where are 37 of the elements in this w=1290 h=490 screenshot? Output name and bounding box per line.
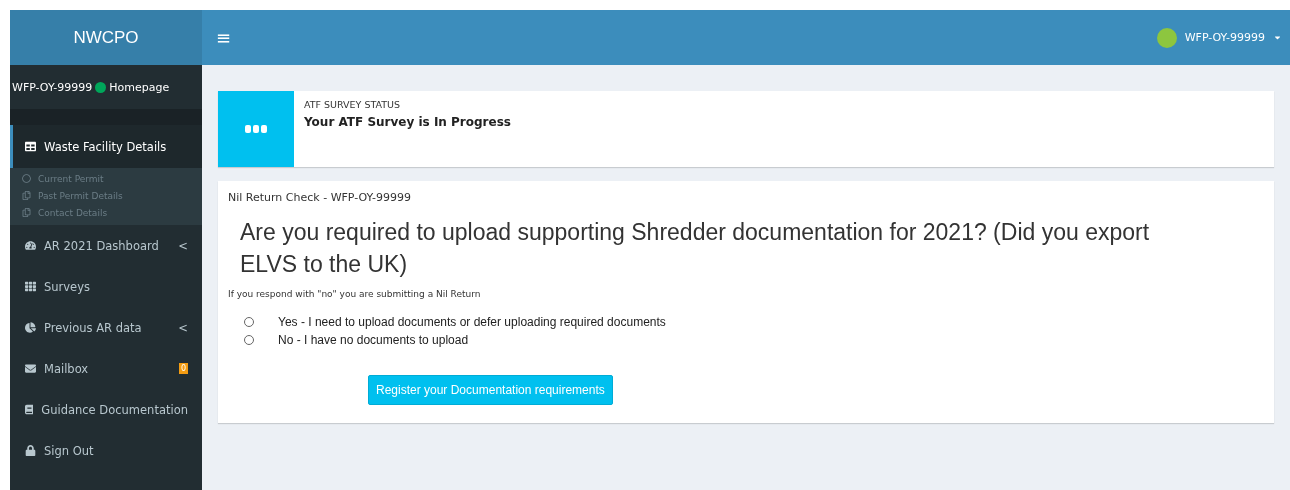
radio-button[interactable] (244, 317, 254, 327)
radio-option[interactable]: No - I have no documents to upload (244, 333, 1264, 347)
envelope-icon (25, 363, 36, 374)
caret-icon: < (178, 238, 188, 253)
ellipsis-icon (245, 125, 267, 133)
sidebar-item[interactable]: Surveys (10, 266, 202, 307)
user-menu[interactable]: WFP-OY-99999 (1156, 27, 1282, 48)
book-icon (25, 404, 34, 415)
online-status-dot (95, 81, 107, 93)
count-badge: 0 (178, 363, 188, 374)
status-value: Your ATF Survey is In Progress (304, 115, 511, 129)
sidebar-item[interactable]: Mailbox 0 (10, 348, 202, 389)
homepage-link[interactable]: Homepage (109, 80, 170, 94)
lock-icon (25, 445, 36, 456)
sidebar-item[interactable]: AR 2021 Dashboard < (10, 225, 202, 266)
grid-icon (25, 281, 36, 292)
pie-chart-icon (25, 322, 36, 333)
avatar-icon (1156, 27, 1177, 48)
sidebar-item[interactable]: Guidance Documentation (10, 389, 202, 430)
question-text: Are you required to upload supporting Shredder documentation for 2021? (Did you export ELVS to the UK) (240, 218, 1151, 279)
radio-button[interactable] (244, 335, 254, 345)
status-label: ATF SURVEY STATUS (304, 99, 402, 110)
caret-icon (1273, 33, 1282, 42)
gauge-icon (25, 240, 36, 251)
caret-icon: < (178, 320, 188, 335)
radio-option[interactable]: Yes - I need to upload documents or defer uploading required documents (244, 315, 1264, 329)
sidebar-item[interactable]: Sign Out (10, 430, 202, 471)
sidebar-item[interactable]: Waste Facility Details (10, 125, 202, 168)
brand-title[interactable]: NWCPO (10, 10, 202, 65)
copy-icon (22, 191, 31, 200)
sidebar-item[interactable]: Previous AR data < (10, 307, 202, 348)
hint-text: If you respond with "no" you are submitting a Nil Return (228, 289, 482, 299)
panel-title: Nil Return Check - WFP-OY-99999 (228, 191, 412, 204)
table-icon (25, 141, 36, 152)
copy-icon (22, 208, 31, 217)
menu-toggle[interactable]: ≡ (216, 27, 232, 48)
user-id: WFP-OY-99999 (12, 80, 93, 94)
